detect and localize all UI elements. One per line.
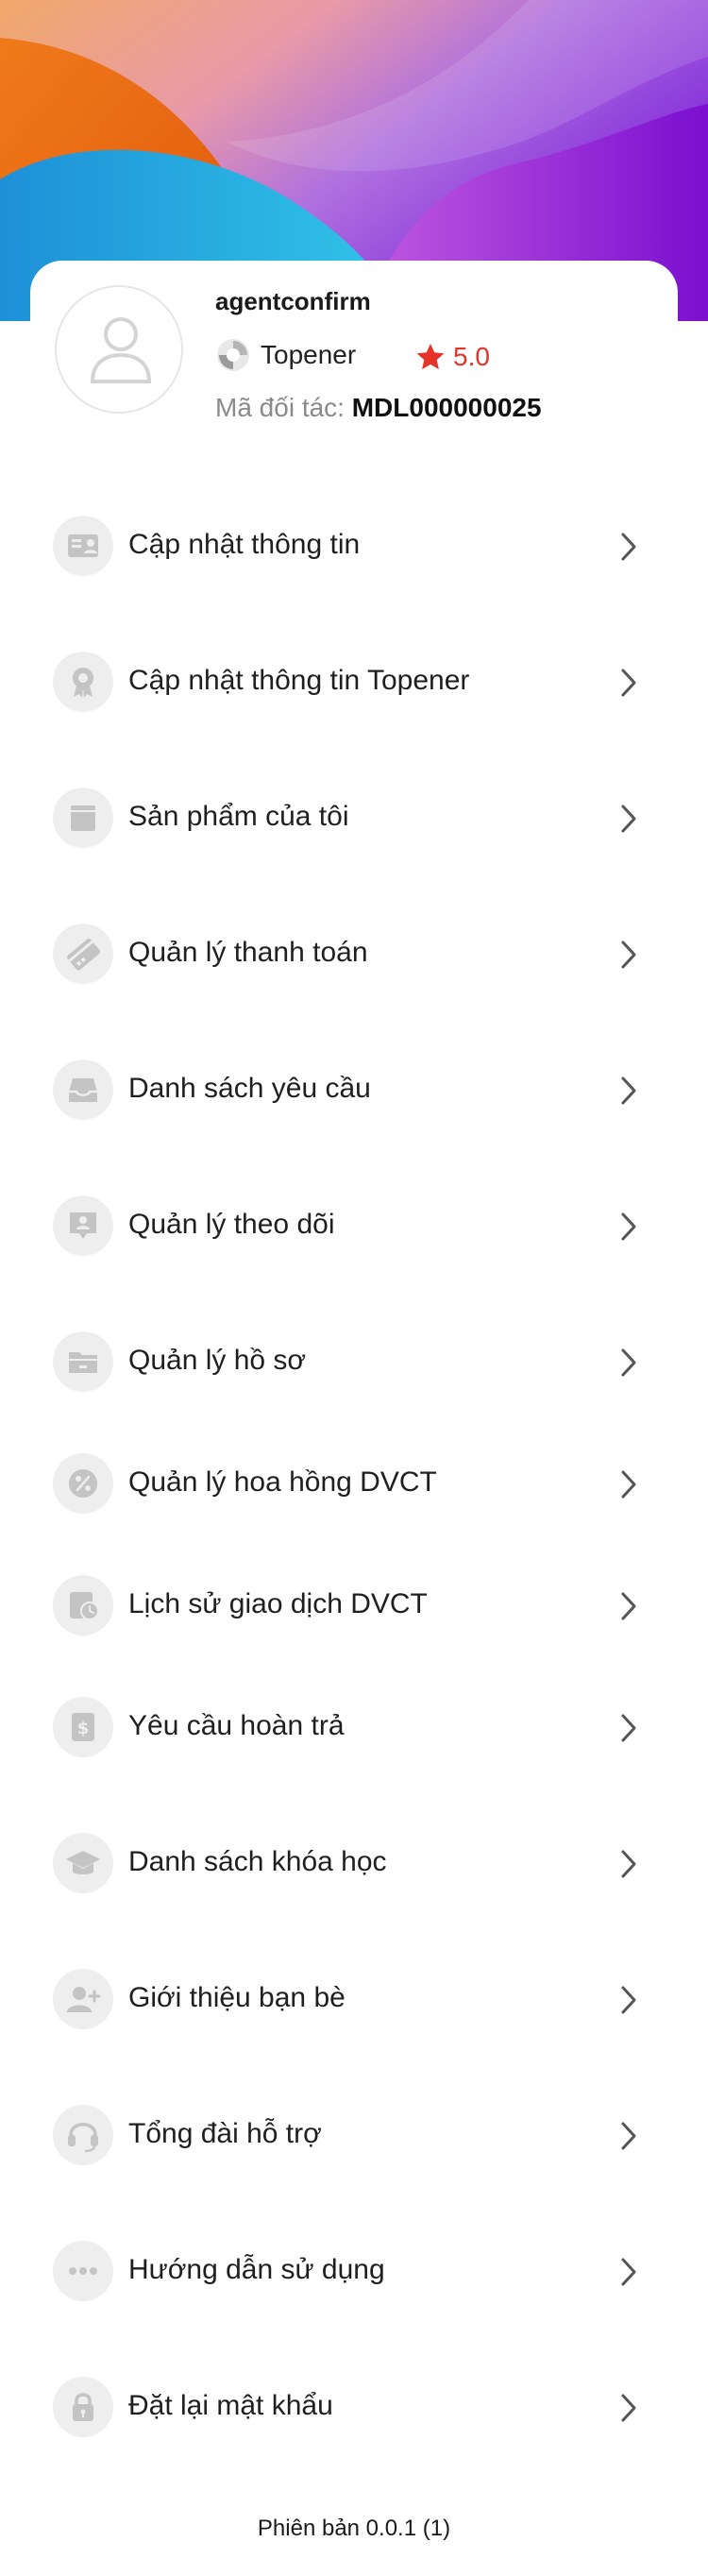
chevron-right-icon bbox=[621, 669, 636, 697]
chevron-right-icon bbox=[621, 533, 636, 561]
app-version: Phiên bản 0.0.1 (1) bbox=[257, 2516, 451, 2541]
partner-code: MDL000000025 bbox=[351, 393, 542, 422]
transaction-history-icon bbox=[53, 1575, 113, 1635]
brand-name: Topener bbox=[261, 340, 357, 369]
menu-label: Sản phẩm của tôi bbox=[128, 801, 349, 832]
menu-label: Danh sách khóa học bbox=[128, 1846, 387, 1877]
chevron-right-icon bbox=[621, 1592, 636, 1620]
svg-text:$: $ bbox=[77, 1719, 90, 1738]
chevron-right-icon bbox=[621, 941, 636, 969]
chevron-right-icon bbox=[621, 2122, 636, 2150]
chevron-right-icon bbox=[621, 1714, 636, 1742]
chevron-right-icon bbox=[621, 1470, 636, 1499]
topener-logo-icon bbox=[217, 339, 249, 371]
refund-icon: $ bbox=[53, 1697, 113, 1757]
star-icon bbox=[416, 344, 445, 370]
menu-item-refer-friends[interactable]: Giới thiệu bạn bè bbox=[0, 1961, 708, 2037]
profile-menu-card bbox=[30, 261, 678, 2576]
partner-label: Mã đối tác: bbox=[215, 393, 345, 422]
add-friend-icon bbox=[53, 1969, 113, 2029]
user-placeholder-icon bbox=[90, 317, 152, 383]
brand-row: Topener bbox=[215, 336, 356, 374]
folder-icon bbox=[53, 1331, 113, 1392]
menu-label: Quản lý hồ sơ bbox=[128, 1345, 307, 1376]
chevron-right-icon bbox=[621, 1212, 636, 1241]
menu-item-reset-password[interactable]: Đặt lại mật khẩu bbox=[0, 2369, 708, 2445]
menu-label: Quản lý thanh toán bbox=[128, 937, 368, 968]
headset-icon bbox=[53, 2105, 113, 2165]
award-badge-icon bbox=[53, 652, 113, 712]
menu-item-user-guide[interactable]: Hướng dẫn sử dụng bbox=[0, 2233, 708, 2309]
menu-item-update-info[interactable]: Cập nhật thông tin bbox=[0, 508, 708, 584]
avatar[interactable] bbox=[55, 285, 183, 414]
payment-card-icon bbox=[53, 924, 113, 984]
menu-item-my-products[interactable]: Sản phẩm của tôi bbox=[0, 780, 708, 856]
menu-label: Tổng đài hỗ trợ bbox=[128, 2118, 322, 2149]
percent-icon bbox=[53, 1453, 113, 1514]
menu-label: Cập nhật thông tin Topener bbox=[128, 665, 470, 696]
menu-item-profile-management[interactable]: Quản lý hồ sơ bbox=[0, 1324, 708, 1399]
menu-label: Cập nhật thông tin bbox=[128, 529, 361, 560]
partner-code-row: Mã đối tác: MDL000000025 bbox=[215, 393, 542, 423]
menu-item-follow-management[interactable]: Quản lý theo dõi bbox=[0, 1188, 708, 1263]
menu-item-payment-management[interactable]: Quản lý thanh toán bbox=[0, 916, 708, 991]
menu-item-support-hotline[interactable]: Tổng đài hỗ trợ bbox=[0, 2097, 708, 2173]
menu-item-request-list[interactable]: Danh sách yêu cầu bbox=[0, 1052, 708, 1127]
graduation-cap-icon bbox=[53, 1833, 113, 1893]
menu-label: Lịch sử giao dịch DVCT bbox=[128, 1588, 428, 1619]
menu-item-refund-request[interactable]: $ Yêu cầu hoàn trả bbox=[0, 1689, 708, 1765]
menu-label: Quản lý hoa hồng DVCT bbox=[128, 1466, 437, 1498]
more-dots-icon bbox=[53, 2241, 113, 2301]
menu-label: Danh sách yêu cầu bbox=[128, 1073, 371, 1104]
menu-item-update-topener-info[interactable]: Cập nhật thông tin Topener bbox=[0, 644, 708, 720]
chevron-right-icon bbox=[621, 2394, 636, 2422]
chevron-right-icon bbox=[621, 805, 636, 833]
menu-item-commission-management[interactable]: Quản lý hoa hồng DVCT bbox=[0, 1446, 708, 1521]
chevron-right-icon bbox=[621, 1850, 636, 1878]
inbox-tray-icon bbox=[53, 1059, 113, 1120]
rating: 5.0 bbox=[415, 338, 490, 376]
chevron-right-icon bbox=[621, 2258, 636, 2286]
menu-label: Đặt lại mật khẩu bbox=[128, 2390, 333, 2421]
menu-label: Giới thiệu bạn bè bbox=[128, 1982, 346, 2013]
chevron-right-icon bbox=[621, 1076, 636, 1105]
profile-card-icon bbox=[53, 516, 113, 576]
menu-label: Yêu cầu hoàn trả bbox=[128, 1710, 345, 1741]
menu-label: Hướng dẫn sử dụng bbox=[128, 2254, 385, 2285]
chevron-right-icon bbox=[621, 1348, 636, 1377]
menu-label: Quản lý theo dõi bbox=[128, 1209, 335, 1240]
menu-item-course-list[interactable]: Danh sách khóa học bbox=[0, 1825, 708, 1901]
rating-value: 5.0 bbox=[453, 342, 490, 371]
person-follow-icon bbox=[53, 1195, 113, 1256]
lock-icon bbox=[53, 2377, 113, 2437]
menu-item-transaction-history[interactable]: Lịch sử giao dịch DVCT bbox=[0, 1568, 708, 1643]
box-icon bbox=[53, 788, 113, 848]
username: agentconfirm bbox=[215, 287, 371, 315]
chevron-right-icon bbox=[621, 1986, 636, 2014]
